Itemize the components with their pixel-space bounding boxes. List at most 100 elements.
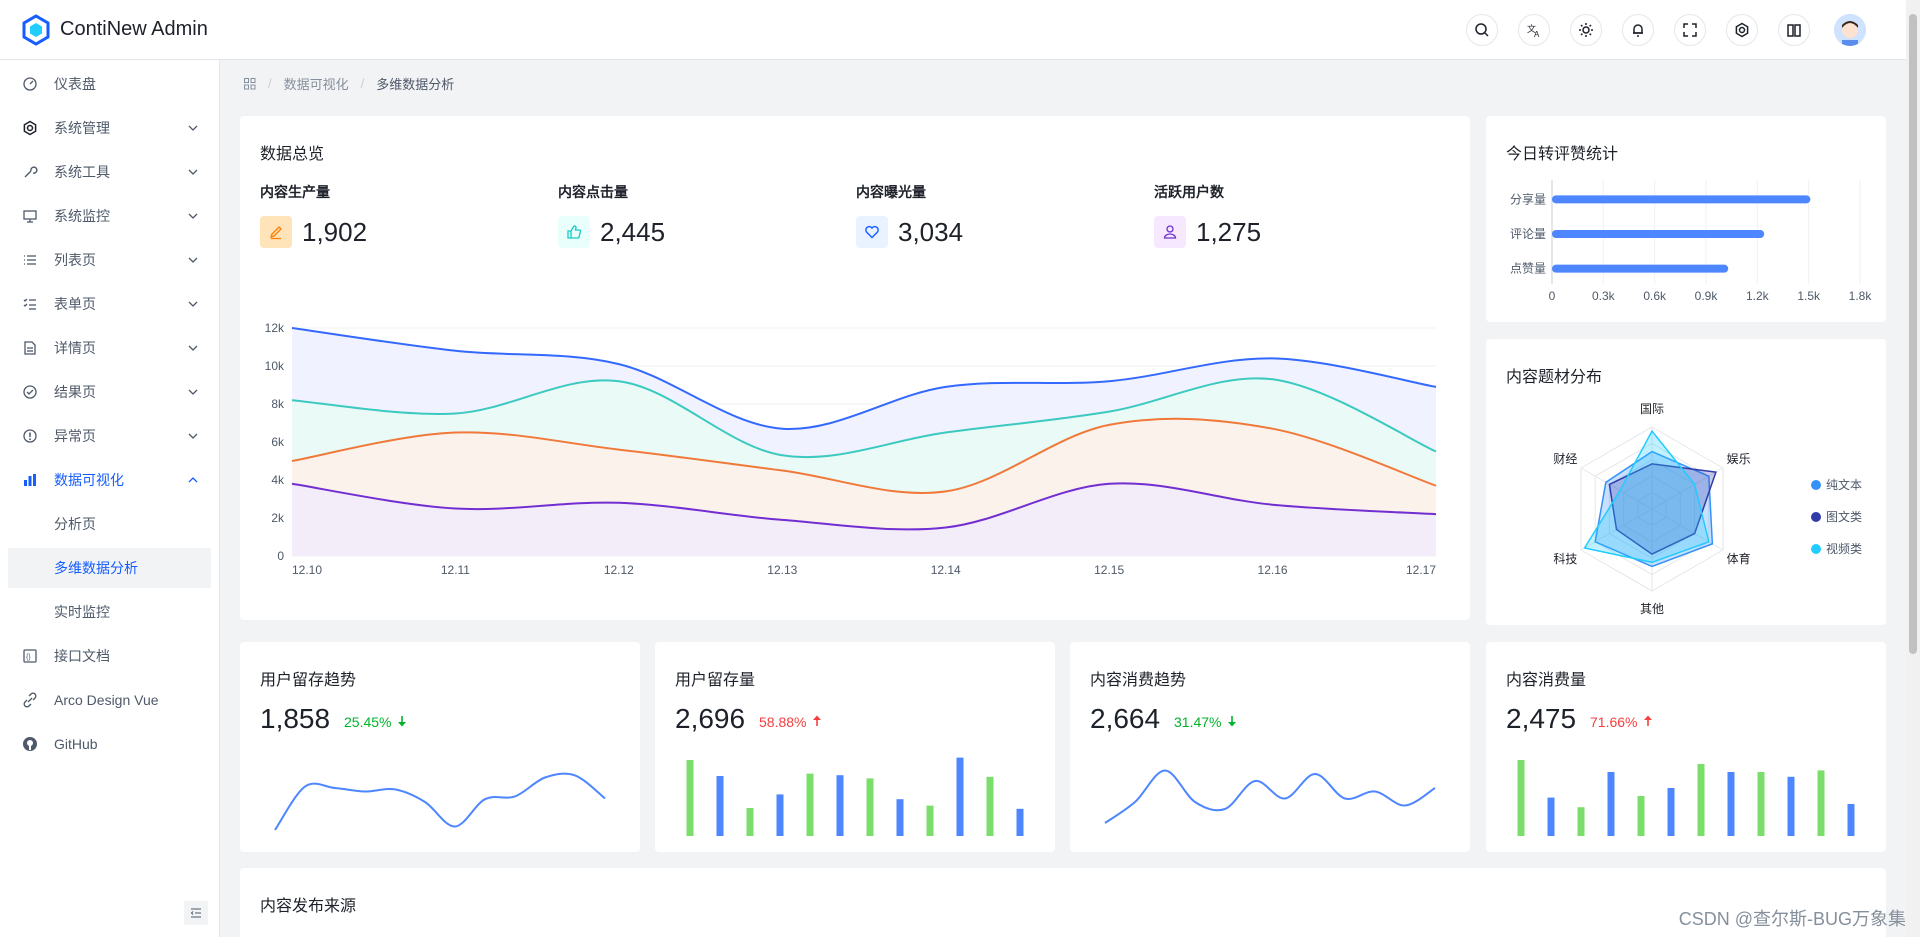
bell-button[interactable] bbox=[1622, 13, 1654, 46]
fullscreen-button[interactable] bbox=[1674, 13, 1706, 46]
form-icon bbox=[23, 298, 36, 310]
radar-axis-label: 体育 bbox=[1727, 551, 1751, 566]
y-tick-label: 12k bbox=[265, 321, 285, 335]
mini-card-value: 2,475 bbox=[1506, 703, 1577, 734]
book-button[interactable] bbox=[1778, 13, 1810, 46]
x-tick-label: 0.9k bbox=[1695, 289, 1719, 303]
mini-card-value: 2,696 bbox=[675, 703, 746, 734]
apps-icon[interactable] bbox=[244, 77, 256, 90]
mini-bar bbox=[806, 773, 814, 836]
sidebar-item-label: 详情页 bbox=[54, 340, 96, 356]
sidebar-item[interactable]: 实时监控 bbox=[8, 592, 211, 632]
github-icon bbox=[23, 737, 37, 751]
dashboard-icon bbox=[23, 77, 37, 91]
scroll-thumb[interactable] bbox=[1909, 14, 1917, 654]
sidebar-item[interactable]: 系统监控 bbox=[8, 196, 211, 236]
avatar-image bbox=[1834, 13, 1866, 46]
sidebar-item[interactable]: 详情页 bbox=[8, 328, 211, 368]
mini-bar bbox=[1667, 788, 1675, 836]
y-tick-label: 2k bbox=[271, 511, 285, 525]
svg-text:{}: {} bbox=[26, 654, 31, 661]
logo-icon bbox=[22, 13, 50, 46]
theme-button[interactable] bbox=[1570, 13, 1602, 46]
svg-text:A: A bbox=[1534, 30, 1540, 38]
sidebar-item[interactable]: Arco Design Vue bbox=[8, 680, 211, 720]
chevron-down-icon bbox=[188, 301, 198, 307]
bar bbox=[1552, 264, 1729, 273]
avatar[interactable] bbox=[1834, 13, 1866, 46]
translate-button[interactable]: 文A bbox=[1518, 13, 1550, 46]
mini-card-value: 2,664 bbox=[1090, 703, 1161, 734]
bar-chart-icon bbox=[24, 474, 36, 486]
sidebar: 仪表盘系统管理系统工具 系统监控 列表页 表单页详情页结果页异常页 数据可视化 分析页 多维… bbox=[0, 60, 220, 937]
sidebar-item[interactable]: 分析页 bbox=[8, 504, 211, 544]
search-button[interactable] bbox=[1466, 13, 1498, 46]
sparkline-chart bbox=[1104, 769, 1436, 824]
radar-axis-label: 财经 bbox=[1553, 452, 1577, 466]
sparkline bbox=[274, 772, 606, 831]
mini-bar bbox=[1697, 764, 1705, 836]
breadcrumb: / 数据可视化 / 多维数据分析 bbox=[244, 74, 454, 93]
exclamation-icon bbox=[23, 429, 37, 443]
mini-bar bbox=[716, 776, 724, 836]
file-icon bbox=[24, 341, 36, 355]
mini-card: 用户留存量 2,696 58.88% bbox=[655, 642, 1055, 852]
legend-label: 视频类 bbox=[1826, 541, 1862, 556]
sidebar-item[interactable]: {} 接口文档 bbox=[8, 636, 211, 676]
mini-bar bbox=[1757, 772, 1765, 836]
top-header: ContiNew Admin 文A bbox=[0, 0, 1906, 60]
chevron-down-icon bbox=[188, 389, 198, 395]
radar-chart: 国际娱乐体育其他 科技 财经纯文本图文类视频类 bbox=[1553, 402, 1862, 616]
breadcrumb-item[interactable]: 数据可视化 bbox=[284, 74, 349, 93]
mini-card-title: 内容消费趋势 bbox=[1090, 672, 1187, 689]
mini-bar bbox=[776, 794, 784, 836]
gear-icon bbox=[1735, 22, 1749, 37]
category-label: 评论量 bbox=[1510, 227, 1546, 241]
source-title: 内容发布来源 bbox=[260, 898, 357, 915]
mini-card: 内容消费量 2,475 71.66% bbox=[1486, 642, 1886, 852]
gear-button[interactable] bbox=[1726, 13, 1758, 46]
arrow-up-icon bbox=[813, 715, 822, 726]
sidebar-item[interactable]: 仪表盘 bbox=[8, 64, 211, 104]
radar-axis-label: 其他 bbox=[1640, 602, 1664, 616]
sidebar-item-label: 仪表盘 bbox=[54, 76, 96, 92]
source-card: 内容发布来源 bbox=[240, 868, 1886, 937]
sidebar-item[interactable]: 列表页 bbox=[8, 240, 211, 280]
sidebar-item[interactable]: GitHub bbox=[8, 724, 211, 764]
mini-bar bbox=[1577, 807, 1585, 836]
api-icon: {} bbox=[23, 649, 37, 663]
legend-dot bbox=[1811, 544, 1821, 554]
sidebar-item[interactable]: 结果页 bbox=[8, 372, 211, 412]
stat-row: 3,034 bbox=[856, 216, 963, 248]
sidebar-item[interactable]: 数据可视化 bbox=[8, 460, 211, 500]
sidebar-item-label: 系统管理 bbox=[54, 120, 110, 136]
chevron-down-icon bbox=[188, 433, 198, 439]
mini-card: 用户留存趋势 1,858 25.45% bbox=[240, 642, 640, 852]
sidebar-item[interactable]: 系统工具 bbox=[8, 152, 211, 192]
mini-card-title: 内容消费量 bbox=[1506, 672, 1587, 689]
sparkline bbox=[1104, 769, 1436, 824]
x-tick-label: 0 bbox=[1549, 289, 1556, 303]
legend-label: 纯文本 bbox=[1826, 477, 1862, 492]
gear-icon bbox=[23, 120, 37, 136]
y-tick-label: 10k bbox=[265, 359, 285, 373]
sidebar-item[interactable]: 系统管理 bbox=[8, 108, 211, 148]
mini-bar bbox=[1847, 804, 1855, 836]
stat-icon-box bbox=[558, 216, 590, 248]
sidebar-collapse-button[interactable] bbox=[184, 901, 208, 925]
stat-label: 内容曝光量 bbox=[856, 184, 926, 200]
sidebar-item[interactable]: 多维数据分析 bbox=[8, 548, 211, 588]
mini-card-title: 用户留存趋势 bbox=[260, 672, 357, 689]
app-logo[interactable]: ContiNew Admin bbox=[20, 13, 208, 46]
stat-row: 1,902 bbox=[260, 216, 367, 248]
mini-bar bbox=[836, 775, 844, 836]
page-scrollbar[interactable] bbox=[1906, 0, 1920, 937]
sidebar-item[interactable]: 表单页 bbox=[8, 284, 211, 324]
mini-bar bbox=[956, 757, 964, 836]
sidebar-item[interactable]: 异常页 bbox=[8, 416, 211, 456]
sidebar-item-label: 结果页 bbox=[54, 384, 96, 400]
chevron-down-icon bbox=[188, 169, 198, 175]
x-tick-label: 12.16 bbox=[1258, 563, 1288, 577]
mini-bar bbox=[1727, 772, 1735, 836]
x-tick-label: 12.12 bbox=[604, 563, 634, 577]
